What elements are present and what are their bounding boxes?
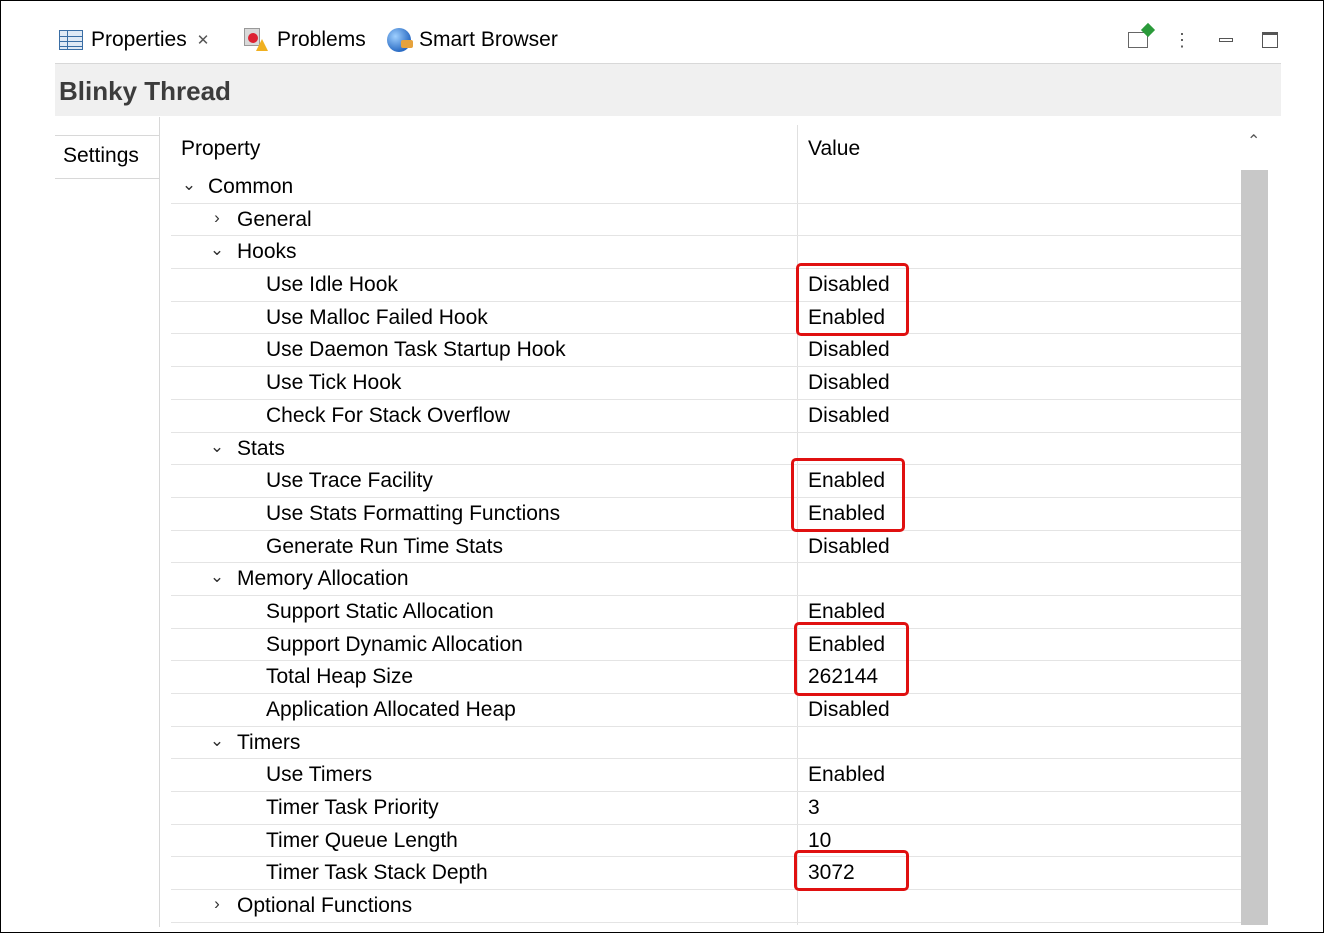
property-name: Timer Task Priority	[266, 796, 439, 820]
table-row[interactable]: Timer Queue Length 10	[171, 825, 1241, 858]
tab-settings-label: Settings	[63, 144, 139, 167]
table-row[interactable]: Use Tick Hook Disabled	[171, 367, 1241, 400]
divider	[159, 117, 160, 927]
property-name: Timers	[237, 730, 301, 754]
property-table: Property Value ⌄ Common › General ⌄ Hooks Use …	[171, 125, 1241, 923]
tab-label: Problems	[277, 28, 366, 51]
property-value[interactable]: Disabled	[808, 404, 890, 428]
property-value[interactable]: Enabled	[808, 600, 885, 624]
table-header: Property Value	[171, 125, 1241, 171]
table-row[interactable]: Use Malloc Failed Hook Enabled	[171, 302, 1241, 335]
property-name: Check For Stack Overflow	[266, 403, 510, 427]
property-name: Use Malloc Failed Hook	[266, 305, 488, 329]
table-row[interactable]: Total Heap Size 262144	[171, 661, 1241, 694]
chevron-down-icon[interactable]: ⌄	[209, 731, 225, 751]
table-row[interactable]: › Optional Functions	[171, 890, 1241, 923]
property-name: Support Static Allocation	[266, 599, 494, 623]
table-row[interactable]: ⌄ Stats	[171, 433, 1241, 466]
property-name: Use Timers	[266, 763, 373, 787]
minimize-icon[interactable]	[1215, 29, 1237, 51]
tab-label: Properties	[91, 28, 187, 51]
highlight-box	[794, 622, 909, 696]
properties-view: Properties ✕ Problems Smart Browser ⋮ Bl…	[0, 0, 1324, 933]
properties-icon	[59, 30, 83, 50]
scrollbar-thumb[interactable]	[1241, 170, 1268, 925]
table-row[interactable]: Timer Task Priority 3	[171, 792, 1241, 825]
property-value[interactable]: Enabled	[808, 763, 885, 787]
property-name: Memory Allocation	[237, 567, 409, 591]
properties-title-bar: Blinky Thread	[55, 63, 1281, 116]
column-header-property[interactable]: Property	[181, 137, 260, 161]
chevron-right-icon[interactable]: ›	[209, 894, 225, 914]
property-value[interactable]: Disabled	[808, 338, 890, 362]
chevron-down-icon[interactable]: ⌄	[209, 437, 225, 457]
highlight-box	[794, 850, 909, 891]
highlight-box	[791, 458, 905, 532]
property-name: Generate Run Time Stats	[266, 534, 503, 558]
property-name: Stats	[237, 436, 285, 460]
chevron-down-icon[interactable]: ⌄	[181, 175, 197, 195]
property-name: Optional Functions	[237, 894, 413, 918]
table-row[interactable]: Application Allocated Heap Disabled	[171, 694, 1241, 727]
property-name: Common	[208, 175, 294, 198]
chevron-down-icon[interactable]: ⌄	[209, 567, 225, 587]
table-row[interactable]: Use Daemon Task Startup Hook Disabled	[171, 334, 1241, 368]
tab-properties[interactable]: Properties ✕	[59, 19, 209, 61]
table-row[interactable]: Support Static Allocation Enabled	[171, 596, 1241, 629]
table-row[interactable]: › General	[171, 204, 1241, 237]
chevron-down-icon[interactable]: ⌄	[209, 240, 225, 260]
table-row[interactable]: Use Idle Hook Disabled	[171, 269, 1241, 302]
smart-browser-icon	[387, 28, 413, 52]
property-name: Timer Task Stack Depth	[266, 861, 488, 885]
property-name: Timer Queue Length	[266, 828, 458, 852]
table-row[interactable]: ⌄ Memory Allocation	[171, 563, 1241, 596]
table-row[interactable]: Check For Stack Overflow Disabled	[171, 400, 1241, 433]
property-name: Hooks	[237, 240, 297, 264]
pin-note-icon[interactable]	[1127, 29, 1149, 51]
maximize-icon[interactable]	[1259, 29, 1281, 51]
page-title: Blinky Thread	[59, 76, 231, 106]
table-row[interactable]: Use Trace Facility Enabled	[171, 465, 1241, 498]
problems-icon	[243, 27, 269, 53]
chevron-right-icon[interactable]: ›	[209, 208, 225, 228]
property-name: Use Tick Hook	[266, 371, 402, 395]
property-name: General	[237, 207, 312, 231]
close-icon[interactable]: ✕	[197, 31, 210, 49]
table-row[interactable]: Use Stats Formatting Functions Enabled	[171, 498, 1241, 531]
property-value[interactable]: Disabled	[808, 371, 890, 395]
view-menu-icon[interactable]: ⋮	[1171, 29, 1193, 51]
table-row[interactable]: Generate Run Time Stats Disabled	[171, 531, 1241, 564]
property-name: Use Stats Formatting Functions	[266, 501, 561, 525]
table-row[interactable]: Support Dynamic Allocation Enabled	[171, 629, 1241, 662]
table-row[interactable]: ⌄ Hooks	[171, 236, 1241, 270]
column-header-value[interactable]: Value	[808, 137, 860, 161]
vertical-scrollbar[interactable]: ⌃	[1241, 125, 1268, 925]
highlight-box	[796, 263, 909, 336]
property-name: Use Trace Facility	[266, 469, 433, 493]
tab-label: Smart Browser	[419, 28, 558, 51]
property-name: Support Dynamic Allocation	[266, 632, 523, 656]
property-value[interactable]: 3	[808, 796, 820, 820]
table-row[interactable]: Use Timers Enabled	[171, 759, 1241, 793]
property-name: Use Idle Hook	[266, 273, 398, 297]
table-row[interactable]: ⌄ Timers	[171, 727, 1241, 760]
table-row[interactable]: Timer Task Stack Depth 3072	[171, 857, 1241, 891]
property-name: Application Allocated Heap	[266, 698, 516, 721]
view-tab-bar: Properties ✕ Problems Smart Browser ⋮	[55, 19, 1281, 61]
view-toolbar: ⋮	[1127, 29, 1281, 51]
tab-smart-browser[interactable]: Smart Browser	[387, 19, 558, 61]
tab-settings[interactable]: Settings	[55, 135, 159, 179]
property-value[interactable]: Disabled	[808, 535, 890, 559]
property-value[interactable]: Disabled	[808, 698, 890, 722]
chevron-up-icon[interactable]: ⌃	[1247, 131, 1260, 151]
property-name: Total Heap Size	[266, 665, 414, 689]
tab-problems[interactable]: Problems	[243, 19, 366, 61]
property-name: Use Daemon Task Startup Hook	[266, 338, 566, 362]
table-row[interactable]: ⌄ Common	[171, 171, 1241, 204]
